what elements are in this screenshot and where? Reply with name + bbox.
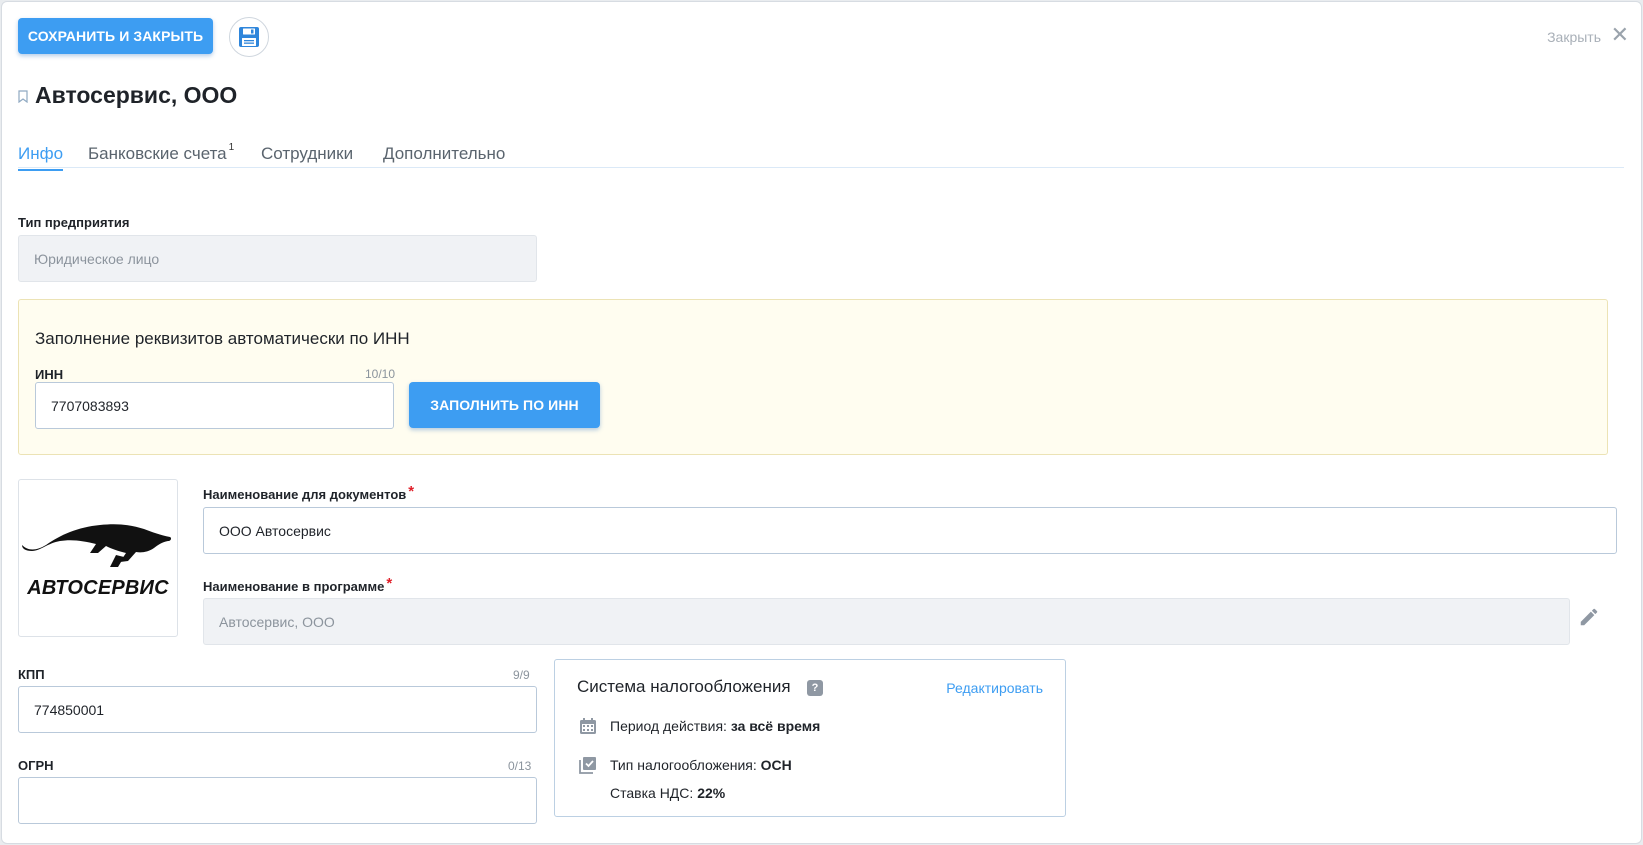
- tab-bar: Инфо Банковские счета 1 Сотрудники Дополн…: [18, 139, 1624, 171]
- tab-label: Дополнительно: [383, 144, 506, 163]
- tab-label: Банковские счета: [88, 144, 227, 163]
- inn-autofill-panel: Заполнение реквизитов автоматически по И…: [18, 299, 1608, 455]
- inn-label: ИНН: [35, 367, 64, 382]
- program-name-field[interactable]: [203, 598, 1570, 645]
- enterprise-type-label: Тип предприятия: [18, 215, 130, 230]
- tax-edit-link[interactable]: Редактировать: [946, 680, 1043, 696]
- close-link[interactable]: Закрыть: [1547, 29, 1601, 45]
- required-mark: *: [386, 575, 393, 592]
- kpp-counter: 9/9: [513, 668, 530, 682]
- edit-company-window: СОХРАНИТЬ И ЗАКРЫТЬ Закрыть ✕ Автосервис…: [1, 1, 1642, 844]
- fill-by-inn-button[interactable]: ЗАПОЛНИТЬ ПО ИНН: [409, 382, 600, 428]
- tax-type-row: Тип налогообложения: ОСН: [610, 757, 792, 773]
- save-button[interactable]: [229, 17, 269, 57]
- program-name-label: Наименование в программе *: [203, 575, 393, 594]
- floppy-disk-icon: [239, 27, 259, 47]
- tab-label: Инфо: [18, 144, 64, 163]
- ogrn-label: ОГРН: [18, 758, 54, 773]
- enterprise-type-field[interactable]: [18, 235, 537, 282]
- inn-autofill-title: Заполнение реквизитов автоматически по И…: [35, 329, 410, 348]
- panther-logo-icon: [22, 524, 172, 567]
- logo-text: АВТОСЕРВИС: [27, 577, 169, 599]
- doc-name-input[interactable]: [203, 507, 1617, 554]
- inn-input[interactable]: [35, 382, 394, 429]
- close-icon[interactable]: ✕: [1611, 24, 1629, 46]
- page-title: Автосервис, ООО: [35, 82, 238, 108]
- bookmark-icon[interactable]: [18, 90, 28, 103]
- help-icon[interactable]: ?: [807, 680, 823, 696]
- tax-system-title: Система налогообложения: [577, 677, 791, 696]
- inn-counter: 10/10: [365, 367, 396, 381]
- required-mark: *: [408, 483, 415, 500]
- kpp-input[interactable]: [18, 686, 537, 733]
- tab-additional[interactable]: Дополнительно: [383, 144, 505, 164]
- ogrn-counter: 0/13: [508, 759, 532, 773]
- tax-period-row: Период действия: за всё время: [610, 718, 821, 734]
- company-logo[interactable]: АВТОСЕРВИС: [18, 479, 178, 637]
- vat-rate-row: Ставка НДС: 22%: [610, 785, 726, 801]
- save-and-close-button[interactable]: СОХРАНИТЬ И ЗАКРЫТЬ: [18, 18, 213, 54]
- tab-employees[interactable]: Сотрудники: [261, 144, 353, 164]
- doc-name-label: Наименование для документов *: [203, 483, 415, 502]
- checklist-icon: [579, 757, 596, 774]
- kpp-label: КПП: [18, 667, 45, 682]
- tax-system-card: Система налогообложения ? Редактировать …: [554, 659, 1066, 817]
- tab-bank-accounts[interactable]: Банковские счета 1: [88, 142, 235, 164]
- tab-badge: 1: [228, 142, 235, 154]
- pencil-icon[interactable]: [1578, 606, 1600, 628]
- ogrn-input[interactable]: [18, 777, 537, 824]
- tab-label: Сотрудники: [261, 144, 354, 163]
- tab-info[interactable]: Инфо: [18, 144, 64, 171]
- calendar-icon: [580, 718, 596, 734]
